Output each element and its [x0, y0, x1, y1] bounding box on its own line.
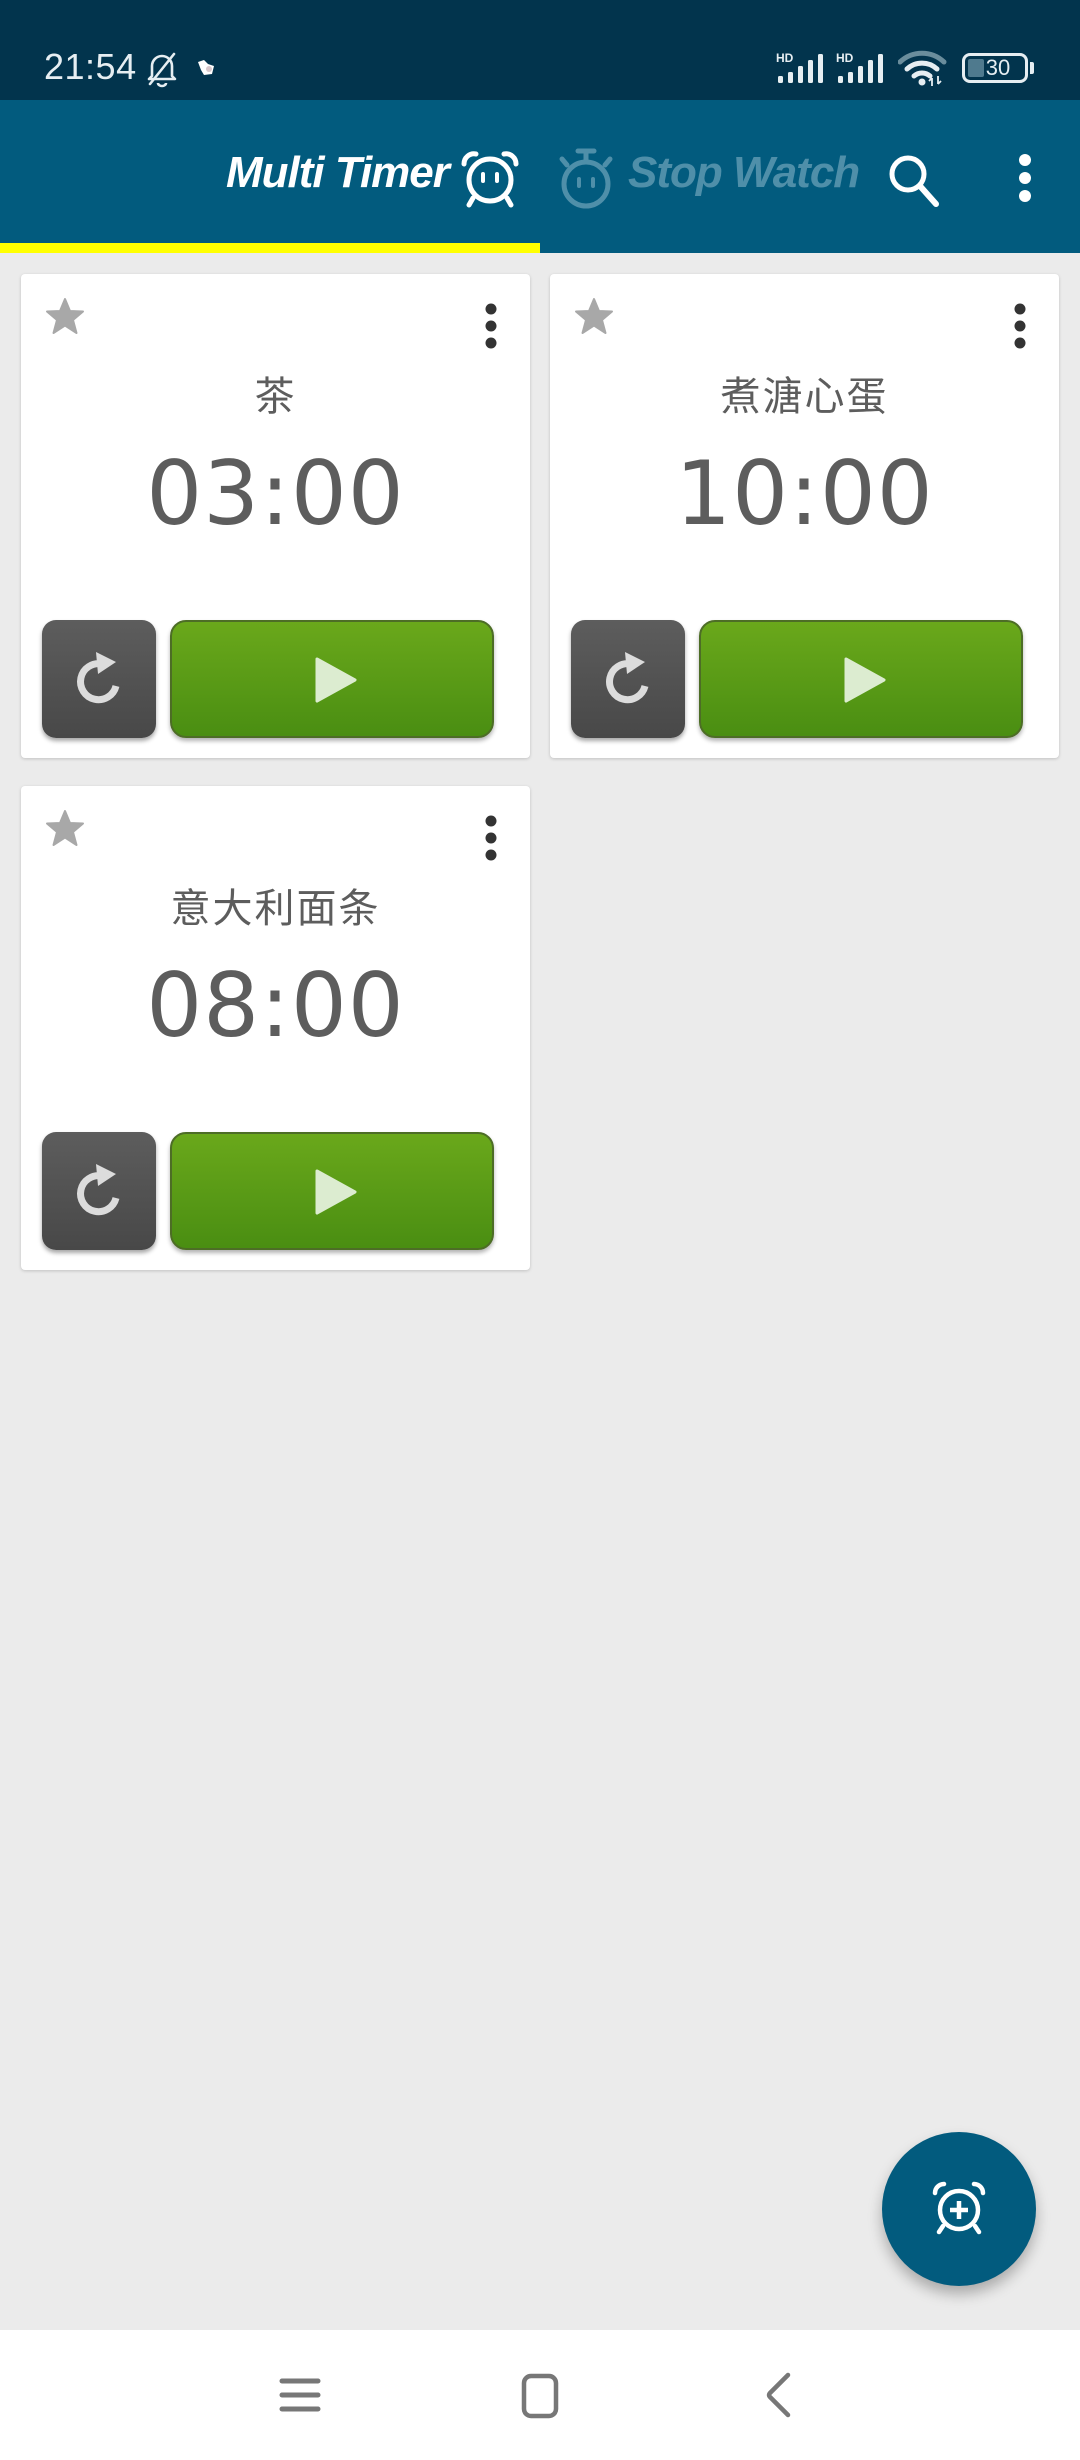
svg-text:HD: HD [776, 51, 794, 65]
timer-card[interactable]: 煮溏心蛋 10:00 [550, 274, 1059, 758]
play-button[interactable] [170, 1132, 494, 1250]
add-timer-fab[interactable] [882, 2132, 1036, 2286]
reset-icon [77, 652, 120, 704]
menu-icon [279, 2378, 321, 2412]
more-options-button[interactable] [1000, 146, 1050, 216]
home-icon [521, 2373, 559, 2419]
status-time: 21:54 [44, 46, 137, 87]
battery-level: 30 [985, 55, 1011, 80]
recents-button[interactable] [260, 2360, 340, 2430]
reset-icon [606, 652, 649, 704]
tab-stop-watch-label: Stop Watch [628, 148, 860, 197]
back-icon [766, 2372, 791, 2418]
tab-stop-watch[interactable]: Stop Watch [540, 100, 860, 253]
more-vert-icon[interactable] [469, 804, 513, 874]
battery-indicator: 30 [962, 53, 1028, 83]
app-notification-icon [198, 60, 214, 75]
timer-time: 03:00 [146, 442, 405, 545]
play-button[interactable] [699, 620, 1023, 738]
app-bar: Multi Timer Stop Watch [0, 100, 1080, 253]
search-icon [889, 155, 939, 207]
status-bar: 21:54 HD HD 30 [0, 0, 1080, 100]
play-icon [844, 657, 886, 703]
timer-time: 10:00 [675, 442, 934, 545]
back-button[interactable] [740, 2360, 820, 2430]
timer-card[interactable]: 茶 03:00 [21, 274, 530, 758]
more-vert-icon[interactable] [469, 292, 513, 362]
play-icon [315, 1169, 357, 1215]
svg-text:HD: HD [836, 51, 854, 65]
more-vert-icon[interactable] [998, 292, 1042, 362]
stopwatch-icon [559, 148, 613, 209]
search-button[interactable] [880, 146, 950, 216]
timer-title: 煮溏心蛋 [720, 374, 889, 420]
tab-multi-timer[interactable]: Multi Timer [0, 100, 540, 253]
reset-button[interactable] [42, 1132, 156, 1250]
tab-multi-timer-label: Multi Timer [226, 148, 450, 197]
wifi-icon [898, 50, 947, 86]
more-vert-icon [1019, 154, 1031, 202]
star-icon[interactable] [45, 808, 85, 848]
hd-signal-icon: HD [836, 51, 883, 83]
timer-title: 意大利面条 [170, 886, 381, 932]
home-button[interactable] [500, 2360, 580, 2430]
add-alarm-icon [932, 2181, 986, 2235]
star-icon[interactable] [45, 296, 85, 336]
reset-icon [77, 1164, 120, 1216]
timer-time: 08:00 [146, 954, 405, 1057]
reset-button[interactable] [42, 620, 156, 738]
play-button[interactable] [170, 620, 494, 738]
tab-indicator [0, 243, 540, 253]
play-icon [315, 657, 357, 703]
bell-off-icon [147, 52, 177, 88]
star-icon[interactable] [574, 296, 614, 336]
timer-title: 茶 [254, 374, 297, 420]
system-nav-bar [0, 2330, 1080, 2460]
hd-signal-icon: HD [776, 51, 823, 83]
reset-button[interactable] [571, 620, 685, 738]
alarm-clock-icon [461, 151, 519, 208]
battery-tip [1030, 62, 1034, 74]
timer-card[interactable]: 意大利面条 08:00 [21, 786, 530, 1270]
